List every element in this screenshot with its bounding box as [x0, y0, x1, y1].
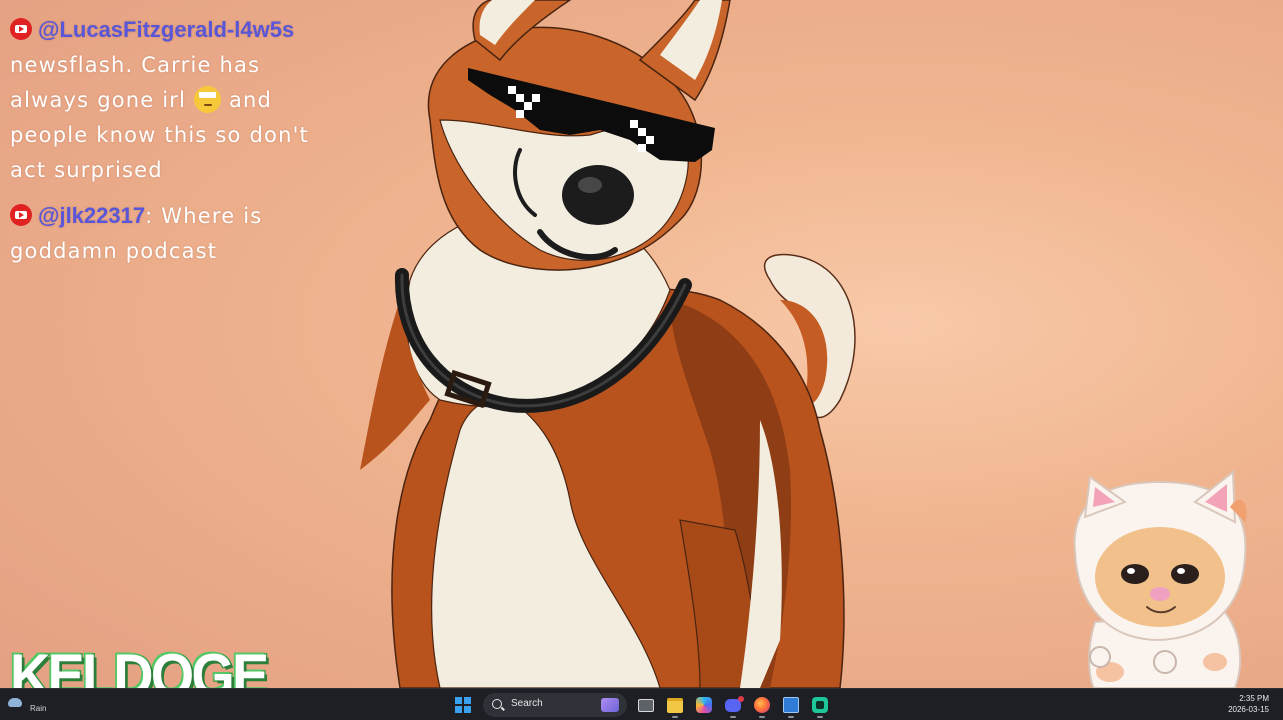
copilot-button[interactable]: [691, 693, 717, 717]
search-icon: [492, 699, 502, 709]
firefox-icon: [754, 697, 770, 713]
start-button[interactable]: [450, 693, 476, 717]
app-window-icon: [783, 697, 799, 713]
chat-message: @jlk22317: Where is goddamn podcast: [10, 198, 310, 269]
stream-scene: @LucasFitzgerald-l4w5s newsflash. Carrie…: [0, 0, 1283, 688]
green-app-button[interactable]: [807, 693, 833, 718]
channel-logo: KELDOGE: [9, 642, 271, 688]
weather-label: Rain: [30, 704, 47, 713]
file-explorer-button[interactable]: [662, 693, 688, 718]
weather-widget[interactable]: Rain: [8, 695, 68, 715]
chat-separator: :: [145, 204, 162, 228]
cat-hood-mascot: [1073, 469, 1247, 688]
dog-illustration: [360, 0, 856, 688]
rain-cloud-icon: [8, 698, 22, 707]
task-view-icon: [638, 698, 654, 712]
taskbar-center: Search: [450, 693, 836, 718]
search-placeholder: Search: [511, 698, 543, 709]
app-window-button[interactable]: [778, 693, 804, 718]
rolling-eyes-emoji-icon: [194, 86, 222, 113]
youtube-icon: [10, 204, 32, 226]
copilot-icon: [696, 697, 712, 713]
discord-icon: [725, 695, 744, 712]
clock-time: 2:35 PM: [1239, 694, 1269, 703]
green-app-icon: [812, 697, 828, 713]
clock-date: 2026-03-15: [1228, 705, 1269, 714]
firefox-button[interactable]: [749, 693, 775, 718]
youtube-icon: [10, 18, 32, 40]
system-clock[interactable]: 2:35 PM 2026-03-15: [1228, 693, 1269, 715]
task-view-button[interactable]: [633, 693, 659, 717]
file-explorer-icon: [667, 697, 683, 713]
windows-start-icon: [455, 697, 471, 713]
taskbar-search[interactable]: Search: [483, 693, 627, 717]
chat-username: @LucasFitzgerald-l4w5s: [38, 17, 295, 42]
search-highlight-icon: [601, 698, 619, 712]
chat-overlay: @LucasFitzgerald-l4w5s newsflash. Carrie…: [10, 12, 310, 279]
discord-button[interactable]: [720, 693, 746, 718]
chat-username: @jlk22317: [38, 203, 146, 228]
chat-message: @LucasFitzgerald-l4w5s newsflash. Carrie…: [10, 12, 310, 188]
windows-taskbar: Rain Search 2:35 PM 2026-03-15: [0, 688, 1283, 720]
